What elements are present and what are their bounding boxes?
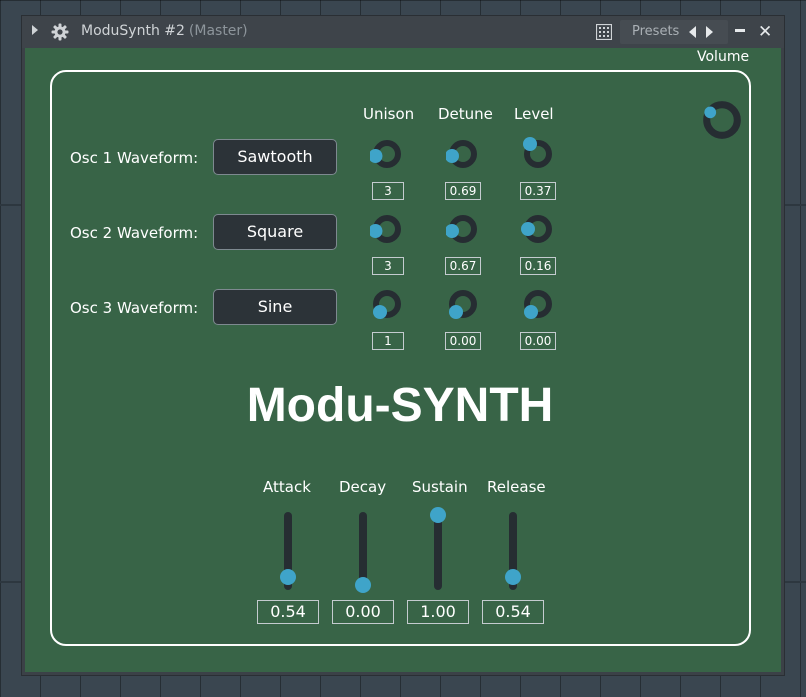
osc-2-waveform-label: Osc 2 Waveform: bbox=[70, 224, 199, 242]
synth-content: Volume Unison Detune Level Osc 1 Wavefor… bbox=[25, 48, 781, 672]
osc-3-detune-knob[interactable] bbox=[446, 287, 480, 321]
play-triangle-icon[interactable] bbox=[32, 25, 38, 35]
osc-2-waveform-button[interactable]: Square bbox=[213, 214, 337, 250]
chevron-right-icon[interactable] bbox=[706, 26, 713, 38]
release-value[interactable]: 0.54 bbox=[482, 600, 544, 624]
window-title-text: ModuSynth #2 bbox=[81, 23, 185, 39]
decay-label: Decay bbox=[339, 478, 387, 496]
osc-1-waveform-label: Osc 1 Waveform: bbox=[70, 149, 199, 167]
release-slider-handle[interactable] bbox=[505, 569, 521, 585]
attack-value[interactable]: 0.54 bbox=[257, 600, 319, 624]
grid-icon[interactable] bbox=[596, 24, 612, 40]
titlebar[interactable]: ModuSynth #2 (Master) Presets ✕ bbox=[22, 16, 784, 48]
column-header-level: Level bbox=[514, 105, 554, 123]
osc-2-unison-knob[interactable] bbox=[370, 212, 404, 246]
attack-label: Attack bbox=[263, 478, 311, 496]
osc-3-unison-value[interactable]: 1 bbox=[372, 332, 404, 350]
chevron-left-icon[interactable] bbox=[689, 26, 696, 38]
osc-1-unison-value[interactable]: 3 bbox=[372, 182, 404, 200]
minimize-icon[interactable] bbox=[735, 29, 745, 32]
plugin-window: ModuSynth #2 (Master) Presets ✕ Volume Un… bbox=[22, 16, 784, 675]
osc-2-detune-knob[interactable] bbox=[446, 212, 480, 246]
presets-selector[interactable]: Presets bbox=[620, 20, 728, 44]
osc-1-detune-value[interactable]: 0.69 bbox=[445, 182, 481, 200]
osc-1-detune-knob[interactable] bbox=[446, 137, 480, 171]
window-subtitle: (Master) bbox=[188, 23, 248, 39]
attack-slider-handle[interactable] bbox=[280, 569, 296, 585]
synth-logo: Modu-SYNTH bbox=[246, 379, 554, 432]
osc-3-waveform-button[interactable]: Sine bbox=[213, 289, 337, 325]
release-label: Release bbox=[487, 478, 546, 496]
sustain-label: Sustain bbox=[412, 478, 468, 496]
osc-2-level-knob[interactable] bbox=[521, 212, 555, 246]
osc-3-level-value[interactable]: 0.00 bbox=[520, 332, 556, 350]
decay-value[interactable]: 0.00 bbox=[332, 600, 394, 624]
osc-2-level-value[interactable]: 0.16 bbox=[520, 257, 556, 275]
osc-1-waveform-button[interactable]: Sawtooth bbox=[213, 139, 337, 175]
gear-icon[interactable] bbox=[51, 23, 69, 41]
sustain-slider-handle[interactable] bbox=[430, 507, 446, 523]
sustain-slider[interactable] bbox=[434, 512, 442, 590]
column-header-unison: Unison bbox=[363, 105, 415, 123]
osc-2-unison-value[interactable]: 3 bbox=[372, 257, 404, 275]
osc-1-level-value[interactable]: 0.37 bbox=[520, 182, 556, 200]
window-title: ModuSynth #2 (Master) bbox=[81, 23, 248, 39]
osc-3-waveform-label: Osc 3 Waveform: bbox=[70, 299, 199, 317]
volume-knob[interactable] bbox=[702, 100, 742, 140]
volume-label: Volume bbox=[697, 49, 750, 65]
decay-slider-handle[interactable] bbox=[355, 577, 371, 593]
column-header-detune: Detune bbox=[438, 105, 493, 123]
osc-3-level-knob[interactable] bbox=[521, 287, 555, 321]
osc-1-unison-knob[interactable] bbox=[370, 137, 404, 171]
osc-2-detune-value[interactable]: 0.67 bbox=[445, 257, 481, 275]
osc-3-detune-value[interactable]: 0.00 bbox=[445, 332, 481, 350]
presets-label: Presets bbox=[632, 24, 680, 39]
osc-1-level-knob[interactable] bbox=[521, 137, 555, 171]
sustain-value[interactable]: 1.00 bbox=[407, 600, 469, 624]
osc-3-unison-knob[interactable] bbox=[370, 287, 404, 321]
close-icon[interactable]: ✕ bbox=[758, 22, 772, 42]
